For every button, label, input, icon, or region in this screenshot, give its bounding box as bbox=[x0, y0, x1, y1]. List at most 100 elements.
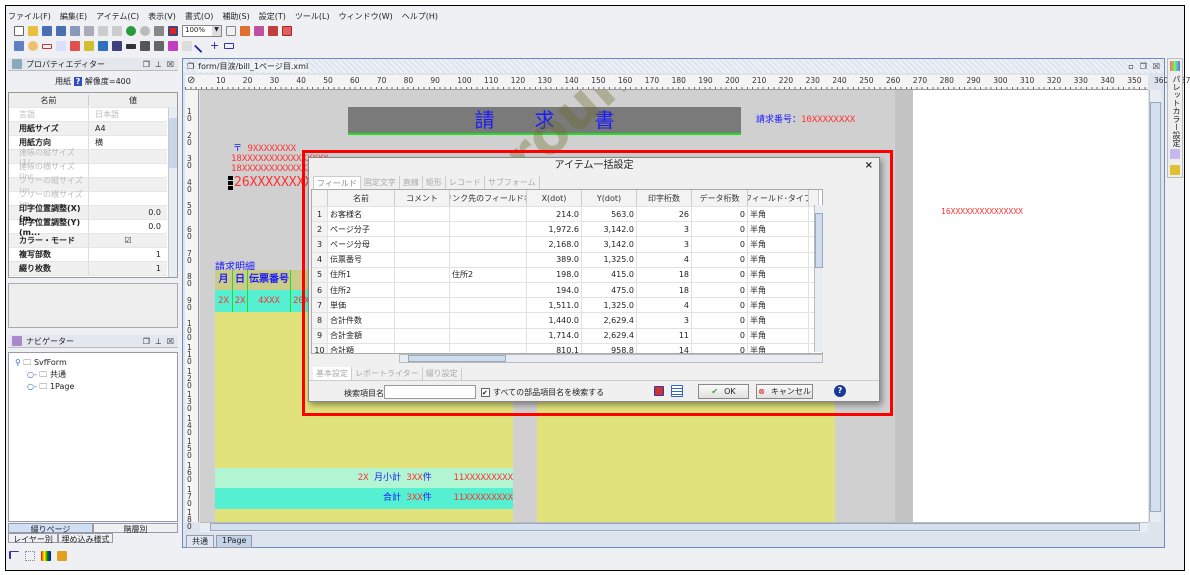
property-value[interactable]: ☑ bbox=[89, 236, 167, 245]
grid-cell[interactable] bbox=[450, 222, 527, 237]
grid-cell[interactable]: 198.0 bbox=[527, 267, 582, 282]
grid-cell[interactable]: 合計件数 bbox=[328, 313, 395, 328]
grid-cell[interactable] bbox=[395, 313, 450, 328]
page-tab-common[interactable]: 共通 bbox=[186, 535, 214, 548]
property-value[interactable]: 0.0 bbox=[89, 222, 167, 231]
grid-cell[interactable]: 26 bbox=[637, 207, 692, 222]
list-icon[interactable] bbox=[98, 41, 108, 51]
grid-cell[interactable]: 563.0 bbox=[582, 207, 637, 222]
grid-cell[interactable]: 389.0 bbox=[527, 252, 582, 267]
grid-cell[interactable]: 0 bbox=[692, 252, 748, 267]
grid-cell[interactable]: 合計金額 bbox=[328, 328, 395, 343]
grid-cell[interactable]: 1,972.6 bbox=[527, 222, 582, 237]
cancel-button[interactable]: ⊗ キャンセル bbox=[756, 384, 813, 399]
property-row[interactable]: 言語 日本語 bbox=[9, 108, 167, 122]
property-value[interactable]: 横 bbox=[89, 137, 167, 148]
select-arrow-icon[interactable] bbox=[14, 41, 24, 51]
property-value[interactable]: 1 bbox=[89, 264, 167, 273]
grid-cell[interactable] bbox=[395, 282, 450, 298]
grid-cell[interactable]: 1,440.0 bbox=[527, 313, 582, 328]
list-icon[interactable] bbox=[671, 385, 683, 397]
csv-icon[interactable] bbox=[654, 386, 664, 396]
grid-cell[interactable] bbox=[395, 328, 450, 343]
page-tab-1page[interactable]: 1Page bbox=[216, 535, 253, 548]
copy-icon[interactable] bbox=[98, 26, 108, 36]
open-icon[interactable] bbox=[28, 26, 38, 36]
grid-cell[interactable]: 2,629.4 bbox=[582, 328, 637, 343]
rectangle-icon[interactable] bbox=[224, 43, 234, 49]
grid-cell[interactable]: 415.0 bbox=[582, 267, 637, 282]
palette-icon[interactable] bbox=[41, 551, 51, 561]
help-icon[interactable]: ? bbox=[834, 385, 846, 397]
new-icon[interactable] bbox=[14, 26, 24, 36]
subtotal-row[interactable]: 2X 月小計 3XX件 11XXXXXXXXX bbox=[215, 468, 513, 488]
layer-icon[interactable] bbox=[1170, 149, 1180, 159]
maximize-icon[interactable]: ❐ bbox=[1140, 62, 1147, 71]
help-icon[interactable]: ? bbox=[73, 77, 83, 86]
grid-cell[interactable]: 住所1 bbox=[328, 267, 395, 282]
tab-embedded[interactable]: 埋め込み様式 bbox=[58, 533, 113, 544]
close-icon[interactable]: ☒ bbox=[167, 337, 174, 346]
record-icon[interactable] bbox=[70, 41, 80, 51]
grid-cell[interactable]: 0 bbox=[692, 222, 748, 237]
tab-hierarchy[interactable]: 階層別 bbox=[93, 523, 178, 534]
grid-vertical-scrollbar[interactable] bbox=[814, 205, 823, 352]
field-check-icon[interactable] bbox=[240, 26, 250, 36]
search-input[interactable] bbox=[384, 385, 476, 399]
barcode-icon[interactable] bbox=[126, 43, 136, 49]
grid-cell[interactable]: 半角 bbox=[748, 313, 809, 328]
property-value[interactable]: 日本語 bbox=[89, 109, 167, 120]
tab-settings[interactable]: レポートライター bbox=[352, 367, 423, 380]
tab-settings[interactable]: 綴り設定 bbox=[423, 367, 462, 380]
grid-cell[interactable]: 住所2 bbox=[328, 282, 395, 298]
grid-cell[interactable] bbox=[450, 313, 527, 328]
grid-cell[interactable] bbox=[395, 298, 450, 313]
lock-icon[interactable] bbox=[57, 551, 67, 561]
tree-node-root[interactable]: ⚲ 🗀 SvfForm bbox=[15, 357, 171, 369]
grid-cell[interactable] bbox=[450, 298, 527, 313]
property-row[interactable]: 印字位置調整(Y)(m... 0.0 bbox=[9, 218, 167, 237]
ruler-origin-icon[interactable]: ⊘ bbox=[187, 75, 195, 86]
grid-row[interactable]: 10 合計額 810.1 958.8 14 0 半角 bbox=[312, 343, 822, 353]
preview-icon[interactable] bbox=[282, 26, 292, 36]
grid-cell[interactable]: 3 bbox=[637, 222, 692, 237]
undo-icon[interactable] bbox=[126, 26, 136, 36]
qrcode-icon[interactable] bbox=[140, 41, 150, 51]
paste-icon[interactable] bbox=[112, 26, 122, 36]
zoom-select[interactable]: 100% ▼ bbox=[182, 25, 222, 37]
grid-cell[interactable] bbox=[395, 252, 450, 267]
grid-cell[interactable]: 合計額 bbox=[328, 343, 395, 353]
image-icon[interactable] bbox=[112, 41, 122, 51]
grid-column-header[interactable]: フィールド･タイプ bbox=[748, 190, 809, 206]
grid-cell[interactable]: 214.0 bbox=[527, 207, 582, 222]
grid-cell[interactable]: 半角 bbox=[748, 237, 809, 252]
grid-cell[interactable]: 半角 bbox=[748, 282, 809, 298]
grid-row[interactable]: 5 住所1 住所2 198.0 415.0 18 0 半角 bbox=[312, 267, 822, 283]
grid-cell[interactable]: 半角 bbox=[748, 222, 809, 237]
grid-cell[interactable]: ページ分子 bbox=[328, 222, 395, 237]
menu-item[interactable]: ファイル(F) bbox=[8, 11, 51, 22]
grid-cell[interactable]: 4 bbox=[637, 298, 692, 313]
grid-row[interactable]: 9 合計金額 1,714.0 2,629.4 11 0 半角 bbox=[312, 328, 822, 344]
menu-item[interactable]: 表示(V) bbox=[148, 11, 176, 22]
menu-item[interactable]: ウィンドウ(W) bbox=[339, 11, 393, 22]
grid-cell[interactable]: 958.8 bbox=[582, 343, 637, 353]
grid-cell[interactable] bbox=[450, 237, 527, 252]
grid-cell[interactable]: 3,142.0 bbox=[582, 237, 637, 252]
grid-column-header[interactable]: 印字桁数 bbox=[637, 190, 692, 206]
float-icon[interactable]: ❐ bbox=[143, 60, 150, 69]
hand-icon[interactable] bbox=[28, 41, 38, 51]
grid-cell[interactable]: 194.0 bbox=[527, 282, 582, 298]
grid-cell[interactable]: 0 bbox=[692, 282, 748, 298]
grid-cell[interactable]: 伝票番号 bbox=[328, 252, 395, 267]
palette-color-side-panel[interactable]: パレットカラー設定 bbox=[1167, 58, 1183, 178]
grid-column-header[interactable]: コメント bbox=[395, 190, 450, 206]
grid-cell[interactable]: 半角 bbox=[748, 328, 809, 343]
grid-cell[interactable]: 半角 bbox=[748, 252, 809, 267]
tab-layer[interactable]: レイヤー別 bbox=[8, 533, 58, 544]
property-row[interactable]: カラー・モード ☑ bbox=[9, 234, 167, 248]
grid-cell[interactable]: お客様名 bbox=[328, 207, 395, 222]
grid-cell[interactable]: 1,511.0 bbox=[527, 298, 582, 313]
vertical-scrollbar[interactable] bbox=[1149, 90, 1161, 522]
close-icon[interactable]: ☒ bbox=[167, 60, 174, 69]
